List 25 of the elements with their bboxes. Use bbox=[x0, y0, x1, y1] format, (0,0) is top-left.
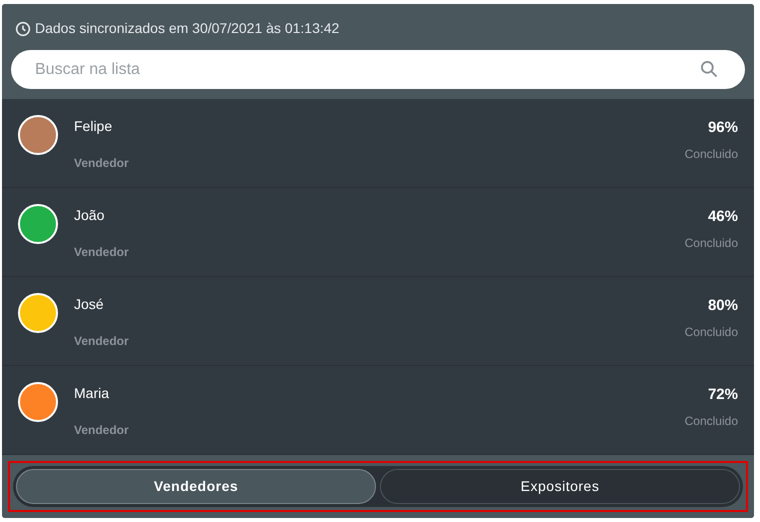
list-item[interactable]: José Vendedor 80% Concluido bbox=[2, 277, 754, 366]
person-name: Maria bbox=[74, 384, 110, 403]
completion-percent: 96% bbox=[708, 118, 738, 138]
completion-status: Concluido bbox=[684, 324, 738, 340]
completion-status: Concluido bbox=[684, 234, 738, 252]
tab[interactable]: Expositores bbox=[380, 469, 740, 504]
completion-percent: 80% bbox=[708, 296, 738, 316]
person-role: Vendedor bbox=[74, 422, 130, 439]
completion-percent: 46% bbox=[708, 207, 738, 227]
person-name: José bbox=[74, 295, 105, 314]
completion-percent: 72% bbox=[708, 385, 738, 405]
completion-status: Concluido bbox=[684, 412, 738, 430]
person-role: Vendedor bbox=[74, 244, 130, 261]
person-role: Vendedor bbox=[74, 333, 130, 350]
list-item[interactable]: João Vendedor 46% Concluido bbox=[2, 188, 754, 277]
tab[interactable]: Vendedores bbox=[16, 469, 376, 504]
person-role: Vendedor bbox=[74, 155, 130, 172]
sync-status: Dados sincronizados em 30/07/2021 às 01:13:42 bbox=[35, 19, 340, 38]
clock-icon bbox=[15, 20, 31, 36]
person-name: João bbox=[74, 206, 106, 225]
search-field[interactable]: Buscar na lista bbox=[11, 50, 745, 89]
completion-status: Concluido bbox=[684, 146, 738, 162]
search-icon[interactable] bbox=[699, 59, 719, 79]
list-item[interactable]: Felipe Vendedor 96% Concluido bbox=[2, 99, 754, 188]
person-name: Felipe bbox=[74, 117, 114, 136]
